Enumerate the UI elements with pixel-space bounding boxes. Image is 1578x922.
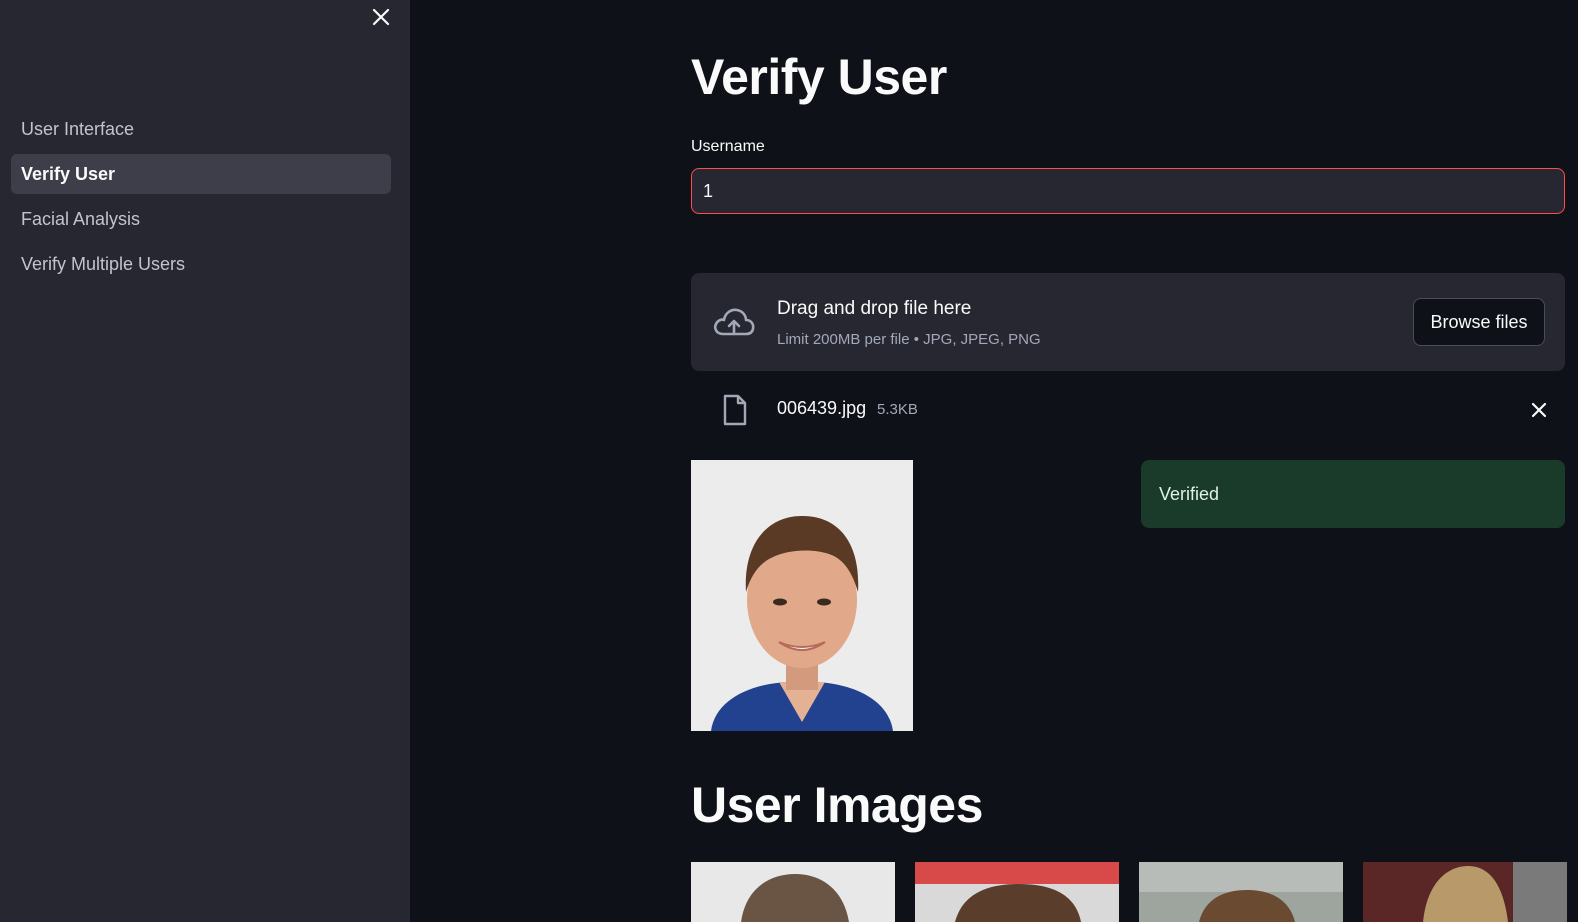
cloud-upload-icon — [711, 302, 757, 342]
uploaded-face-photo — [691, 460, 913, 731]
sidebar-item-label: Verify User — [21, 164, 116, 184]
main-content: Verify User Username Drag and drop file … — [410, 0, 1578, 922]
file-name: 006439.jpg — [777, 398, 867, 418]
user-image-thumbnail — [1139, 862, 1343, 922]
sidebar-nav: User Interface Verify User Facial Analys… — [11, 109, 391, 289]
file-size: 5.3KB — [877, 401, 918, 418]
sidebar-item-label: User Interface — [21, 119, 135, 139]
file-icon — [721, 393, 749, 427]
verified-status-alert: Verified — [1141, 460, 1565, 528]
close-sidebar-icon[interactable] — [368, 4, 394, 30]
page-title: Verify User — [691, 49, 947, 105]
sidebar-item-verify-user[interactable]: Verify User — [11, 154, 391, 194]
username-label: Username — [691, 138, 765, 155]
sidebar-item-label: Verify Multiple Users — [21, 254, 186, 274]
browse-files-button[interactable]: Browse files — [1413, 298, 1545, 346]
file-dropzone[interactable]: Drag and drop file here Limit 200MB per … — [691, 273, 1565, 371]
dropzone-subtitle: Limit 200MB per file • JPG, JPEG, PNG — [777, 331, 1041, 348]
user-image-thumbnail — [691, 862, 895, 922]
sidebar-item-label: Facial Analysis — [21, 209, 141, 229]
user-image-thumbnail — [1363, 862, 1567, 922]
user-image-thumbnail — [915, 862, 1119, 922]
sidebar-item-verify-multiple-users[interactable]: Verify Multiple Users — [11, 244, 391, 284]
user-images-gallery — [691, 862, 1567, 922]
username-input[interactable] — [691, 168, 1565, 214]
dropzone-title: Drag and drop file here — [777, 298, 972, 319]
remove-file-icon[interactable] — [1525, 396, 1553, 424]
user-images-heading: User Images — [691, 777, 983, 833]
sidebar: User Interface Verify User Facial Analys… — [0, 0, 410, 922]
uploaded-file-row: 006439.jpg 5.3KB — [691, 390, 1565, 430]
sidebar-item-facial-analysis[interactable]: Facial Analysis — [11, 199, 391, 239]
sidebar-item-user-interface[interactable]: User Interface — [11, 109, 391, 149]
